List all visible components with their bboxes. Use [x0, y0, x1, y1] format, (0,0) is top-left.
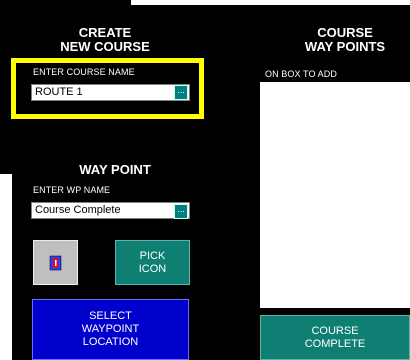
wp-name-browse-button[interactable]: ...: [174, 204, 188, 219]
select-location-line2: WAYPOINT: [81, 323, 140, 335]
left-edge-strip: [0, 174, 12, 360]
waypoints-heading-line2: WAY POINTS: [304, 39, 386, 54]
course-name-browse-button[interactable]: ...: [174, 85, 188, 100]
pick-icon-label-line2: ICON: [138, 262, 167, 275]
create-course-heading-line1: CREATE: [78, 25, 132, 40]
pick-icon-button[interactable]: PICK ICON: [115, 240, 190, 285]
waypoints-heading: COURSE WAY POINTS: [270, 26, 410, 54]
waypoint-marker-icon: [49, 255, 62, 271]
course-complete-button[interactable]: COURSE COMPLETE: [260, 315, 410, 360]
course-name-label: ENTER COURSE NAME: [33, 67, 135, 77]
course-name-field[interactable]: ROUTE 1: [31, 84, 190, 101]
select-location-line1: SELECT: [89, 310, 132, 322]
create-course-heading-line2: NEW COURSE: [60, 39, 150, 54]
select-waypoint-location-button[interactable]: SELECT WAYPOINT LOCATION: [32, 299, 189, 360]
create-course-heading: CREATE NEW COURSE: [30, 26, 180, 54]
waypoints-hint: ON BOX TO ADD: [265, 69, 337, 79]
course-complete-line2: COMPLETE: [304, 337, 366, 350]
top-edge-strip: [131, 0, 410, 5]
waypoints-list-box[interactable]: [260, 82, 410, 308]
course-complete-line1: COURSE: [311, 324, 359, 337]
waypoints-heading-line1: COURSE: [317, 25, 373, 40]
wp-name-field[interactable]: Course Complete: [31, 202, 190, 219]
select-location-line3: LOCATION: [82, 336, 139, 348]
way-point-heading: WAY POINT: [79, 162, 151, 177]
wp-name-label: ENTER WP NAME: [33, 185, 111, 195]
pick-icon-label-line1: PICK: [139, 249, 166, 262]
waypoint-icon-button[interactable]: [33, 240, 78, 285]
